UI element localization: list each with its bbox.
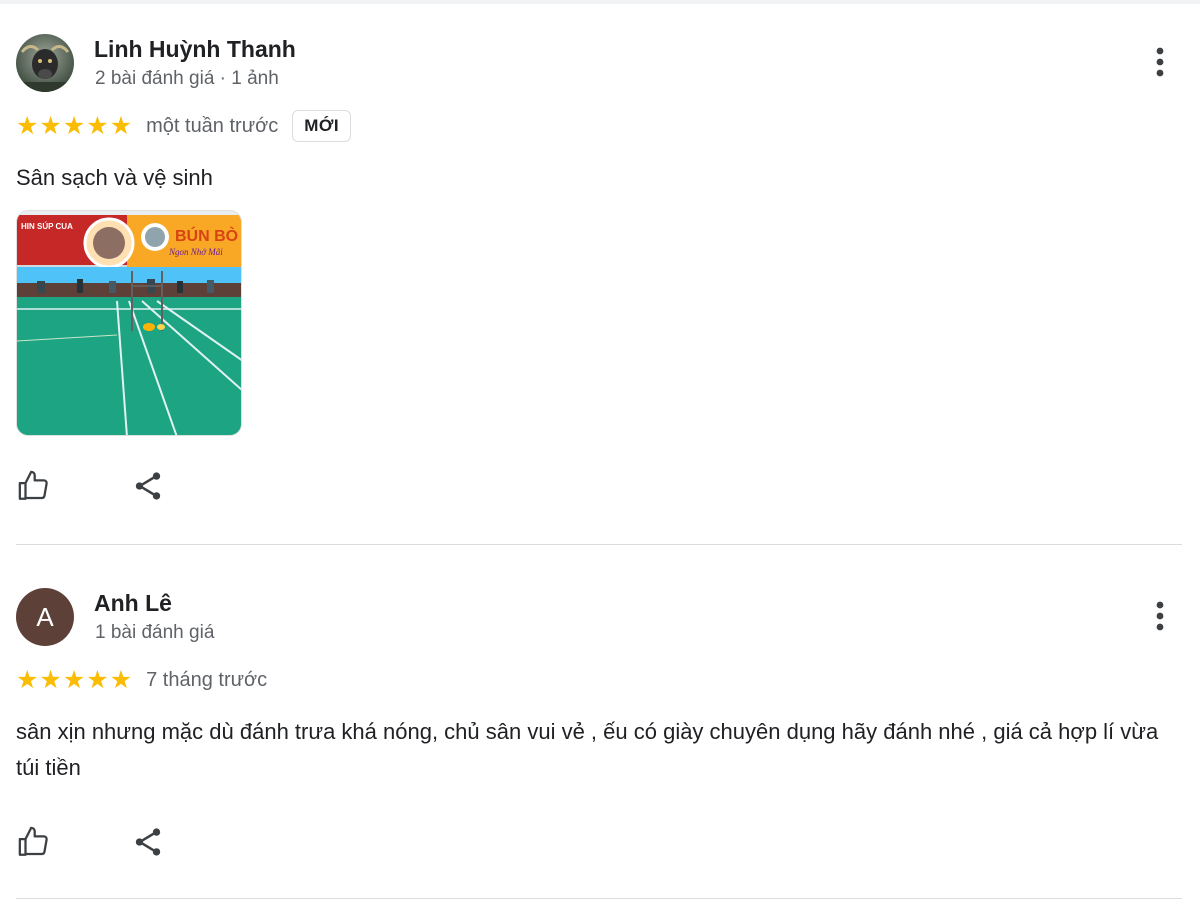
review-header: Linh Huỳnh Thanh 2 bài đánh giá · 1 ảnh <box>16 34 1182 94</box>
star-rating: ★ ★ ★ ★ ★ <box>16 111 133 140</box>
star-icon: ★ <box>62 665 86 694</box>
star-icon: ★ <box>109 665 133 694</box>
new-badge: MỚI <box>292 110 352 142</box>
review-text: sân xịn nhưng mặc dù đánh trưa khá nóng,… <box>16 719 1159 780</box>
review-time: 7 tháng trước <box>146 668 268 691</box>
star-icon: ★ <box>62 111 86 140</box>
banner-text-left: HIN SÚP CUA <box>21 222 73 231</box>
review-photo[interactable]: HIN SÚP CUA BÚN BÒ Ngon Nhớ Mãi <box>16 210 242 436</box>
star-icon: ★ <box>39 111 62 140</box>
more-options-button[interactable] <box>1144 42 1176 82</box>
review-text: Sân sạch và vệ sinh <box>16 165 213 190</box>
star-icon: ★ <box>16 665 39 694</box>
share-button[interactable] <box>128 822 168 862</box>
share-icon <box>135 828 161 856</box>
reviewer-avatar[interactable] <box>16 34 74 92</box>
review-card: A Anh Lê 1 bài đánh giá ★ ★ ★ ★ ★ 7 thán… <box>16 546 1182 900</box>
review-divider <box>16 544 1182 545</box>
reviewer-stats[interactable]: 2 bài đánh giá · 1 ảnh <box>95 68 279 90</box>
more-vert-icon <box>1156 47 1164 77</box>
like-button[interactable] <box>14 822 54 862</box>
reviewer-stats[interactable]: 1 bài đánh giá <box>95 622 214 644</box>
review-card: Linh Huỳnh Thanh 2 bài đánh giá · 1 ảnh … <box>16 0 1182 546</box>
thumb-up-icon <box>18 470 48 500</box>
review-time: một tuần trước <box>146 114 279 137</box>
star-icon: ★ <box>109 111 133 140</box>
rating-row: ★ ★ ★ ★ ★ một tuần trước MỚI <box>16 108 352 144</box>
share-button[interactable] <box>128 466 168 506</box>
banner-text-right: BÚN BÒ <box>175 226 238 245</box>
review-actions <box>16 822 216 862</box>
like-button[interactable] <box>14 466 54 506</box>
share-icon <box>135 472 161 500</box>
banner-text-script: Ngon Nhớ Mãi <box>168 247 223 257</box>
badminton-court-photo: HIN SÚP CUA BÚN BÒ Ngon Nhớ Mãi <box>17 211 241 435</box>
reviewer-name[interactable]: Linh Huỳnh Thanh <box>94 36 296 63</box>
star-icon: ★ <box>39 665 62 694</box>
thumb-up-icon <box>18 826 48 856</box>
review-divider <box>16 898 1182 899</box>
review-actions <box>16 466 216 506</box>
reviewer-avatar[interactable]: A <box>16 588 74 646</box>
star-icon: ★ <box>86 665 109 694</box>
rating-row: ★ ★ ★ ★ ★ 7 tháng trước <box>16 662 267 698</box>
more-vert-icon <box>1156 601 1164 631</box>
avatar-letter: A <box>36 601 54 632</box>
star-icon: ★ <box>16 111 39 140</box>
review-header: A Anh Lê 1 bài đánh giá <box>16 588 1182 648</box>
star-icon: ★ <box>86 111 109 140</box>
more-options-button[interactable] <box>1144 596 1176 636</box>
star-rating: ★ ★ ★ ★ ★ <box>16 665 133 694</box>
avatar-image <box>16 34 74 92</box>
reviewer-name[interactable]: Anh Lê <box>94 590 172 617</box>
